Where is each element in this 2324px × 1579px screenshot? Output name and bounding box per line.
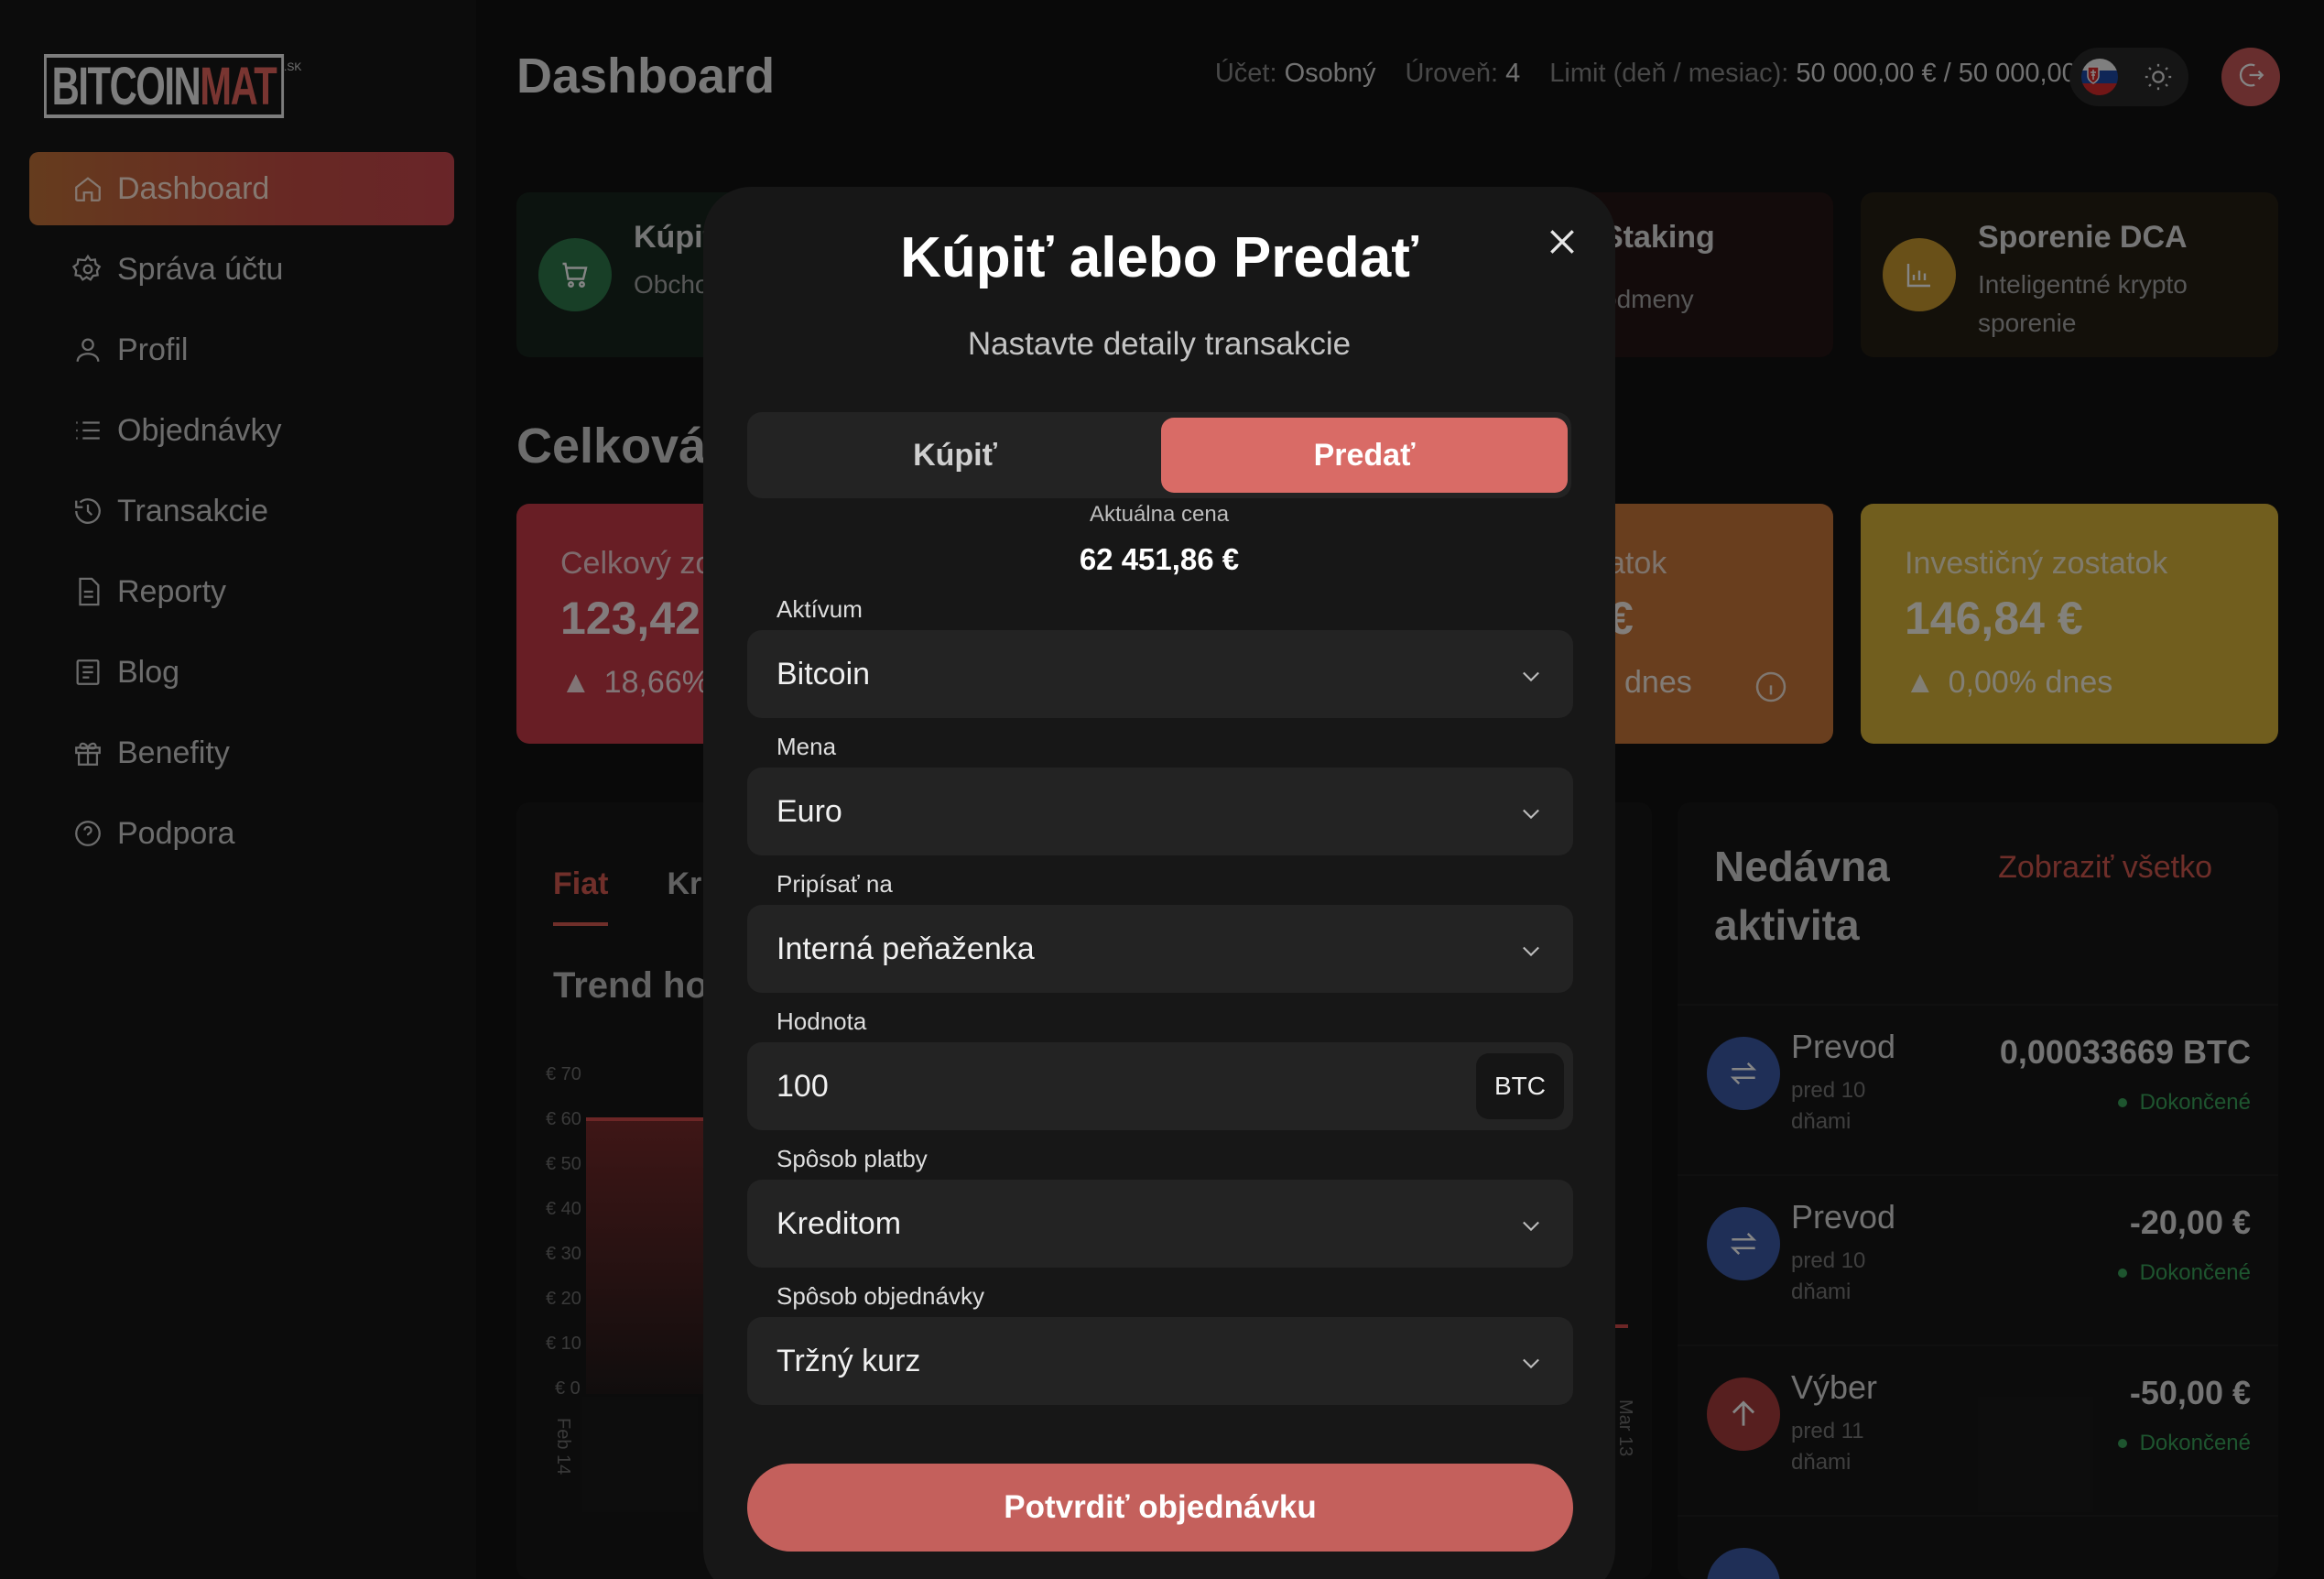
modal-subtitle: Nastavte detaily transakcie xyxy=(967,326,1352,362)
tab-sell[interactable]: Predať xyxy=(1161,418,1568,493)
order-type-select[interactable]: Tržný kurz xyxy=(747,1317,1573,1405)
asset-label: Aktívum xyxy=(776,595,863,623)
chevron-down-icon xyxy=(1518,1211,1544,1236)
payment-method-value: Kreditom xyxy=(776,1205,902,1241)
tab-buy[interactable]: Kúpiť xyxy=(755,418,1156,493)
asset-select[interactable]: Bitcoin xyxy=(747,630,1573,718)
credit-to-select[interactable]: Interná peňaženka xyxy=(747,905,1573,993)
amount-value: 100 xyxy=(776,1068,829,1104)
payment-method-select[interactable]: Kreditom xyxy=(747,1180,1573,1268)
chevron-down-icon xyxy=(1518,661,1544,687)
credit-to-value: Interná peňaženka xyxy=(776,931,1035,966)
modal-title: Kúpiť alebo Predať xyxy=(900,226,1418,289)
chevron-down-icon xyxy=(1518,1348,1544,1374)
currency-label: Mena xyxy=(776,733,837,760)
order-type-value: Tržný kurz xyxy=(776,1343,921,1378)
confirm-order-button[interactable]: Potvrdiť objednávku xyxy=(747,1464,1573,1552)
amount-label: Hodnota xyxy=(776,1007,867,1035)
current-price-label: Aktuálna cena xyxy=(1089,502,1230,527)
payment-method-label: Spôsob platby xyxy=(776,1145,928,1172)
asset-value: Bitcoin xyxy=(776,656,871,691)
chevron-down-icon xyxy=(1518,799,1544,824)
amount-input[interactable]: 100 BTC xyxy=(747,1042,1573,1130)
amount-unit: BTC xyxy=(1476,1053,1564,1119)
order-type-label: Spôsob objednávky xyxy=(776,1282,984,1310)
currency-value: Euro xyxy=(776,793,842,829)
chevron-down-icon xyxy=(1518,936,1544,962)
buy-sell-toggle: Kúpiť Predať xyxy=(747,412,1571,498)
current-price-value: 62 451,86 € xyxy=(1079,542,1240,576)
currency-select[interactable]: Euro xyxy=(747,768,1573,855)
credit-to-label: Pripísať na xyxy=(776,870,893,898)
